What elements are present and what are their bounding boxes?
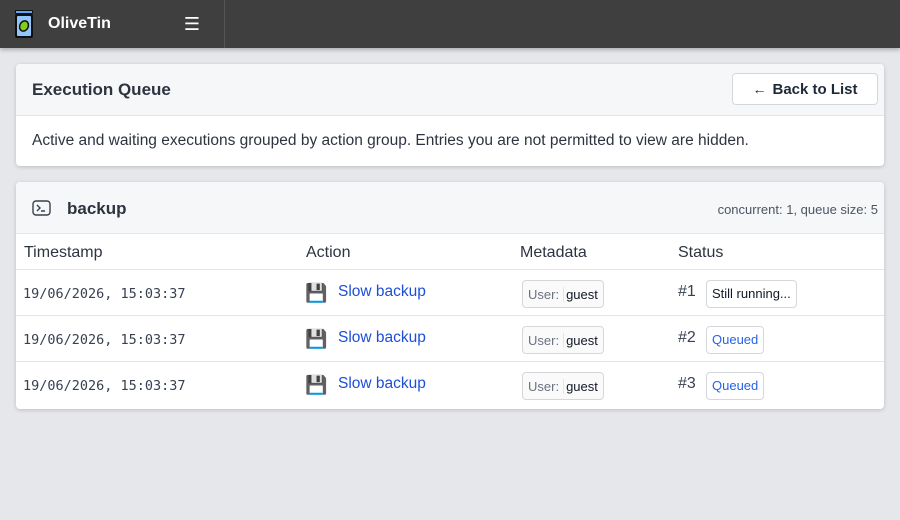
metadata-badge: User: guest bbox=[522, 326, 604, 354]
hamburger-icon: ☰ bbox=[183, 14, 201, 34]
timestamp: 19/06/2026, 15:03:37 bbox=[23, 286, 186, 302]
status-badge: Queued bbox=[706, 326, 765, 354]
action-link[interactable]: Slow backup bbox=[338, 375, 426, 393]
column-header-timestamp: Timestamp bbox=[24, 244, 103, 261]
status-badge: Still running... bbox=[706, 280, 797, 308]
metadata-key: User: bbox=[528, 378, 565, 394]
terminal-icon bbox=[32, 200, 51, 216]
timestamp: 19/06/2026, 15:03:37 bbox=[23, 378, 186, 394]
table-row: 19/06/2026, 15:03:37 💾 Slow backup User:… bbox=[16, 362, 884, 408]
metadata-key: User: bbox=[528, 286, 565, 302]
column-header-action: Action bbox=[306, 244, 351, 261]
metadata-value: guest bbox=[566, 332, 598, 348]
execution-number: #1 bbox=[678, 283, 696, 300]
table-row: 19/06/2026, 15:03:37 💾 Slow backup User:… bbox=[16, 316, 884, 362]
column-header-metadata: Metadata bbox=[520, 244, 587, 261]
card-header: Execution Queue ← Back to List bbox=[16, 64, 884, 116]
top-bar: OliveTin ☰ bbox=[0, 0, 900, 48]
floppy-disk-icon: 💾 bbox=[305, 283, 328, 303]
execution-number: #3 bbox=[678, 375, 696, 392]
action-link[interactable]: Slow backup bbox=[338, 283, 426, 301]
back-to-list-button[interactable]: ← Back to List bbox=[732, 73, 878, 105]
metadata-badge: User: guest bbox=[522, 372, 604, 400]
group-header: backup concurrent: 1, queue size: 5 bbox=[16, 182, 884, 234]
queue-description: Active and waiting executions grouped by… bbox=[32, 132, 749, 149]
status-badge: Queued bbox=[706, 372, 765, 400]
arrow-left-icon: ← bbox=[752, 81, 767, 97]
metadata-value: guest bbox=[566, 286, 598, 302]
action-link[interactable]: Slow backup bbox=[338, 329, 426, 347]
timestamp: 19/06/2026, 15:03:37 bbox=[23, 332, 186, 348]
column-header-status: Status bbox=[678, 244, 724, 261]
floppy-disk-icon: 💾 bbox=[305, 375, 328, 395]
brand-area: OliveTin ☰ bbox=[0, 0, 225, 48]
execution-number: #2 bbox=[678, 329, 696, 346]
metadata-value: guest bbox=[566, 378, 598, 394]
hamburger-menu-button[interactable]: ☰ bbox=[181, 12, 203, 36]
table-row: 19/06/2026, 15:03:37 💾 Slow backup User:… bbox=[16, 270, 884, 316]
execution-queue-card: Execution Queue ← Back to List Active an… bbox=[16, 64, 884, 166]
metadata-badge: User: guest bbox=[522, 280, 604, 308]
back-to-list-label: Back to List bbox=[772, 80, 858, 98]
page-title: Execution Queue bbox=[32, 80, 171, 99]
floppy-disk-icon: 💾 bbox=[305, 329, 328, 349]
metadata-key: User: bbox=[528, 332, 565, 348]
app-title: OliveTin bbox=[48, 15, 111, 32]
group-meta: concurrent: 1, queue size: 5 bbox=[717, 202, 878, 217]
olive-jar-logo bbox=[15, 10, 33, 38]
group-title: backup bbox=[67, 199, 127, 218]
action-group-card: backup concurrent: 1, queue size: 5 Time… bbox=[16, 182, 884, 409]
